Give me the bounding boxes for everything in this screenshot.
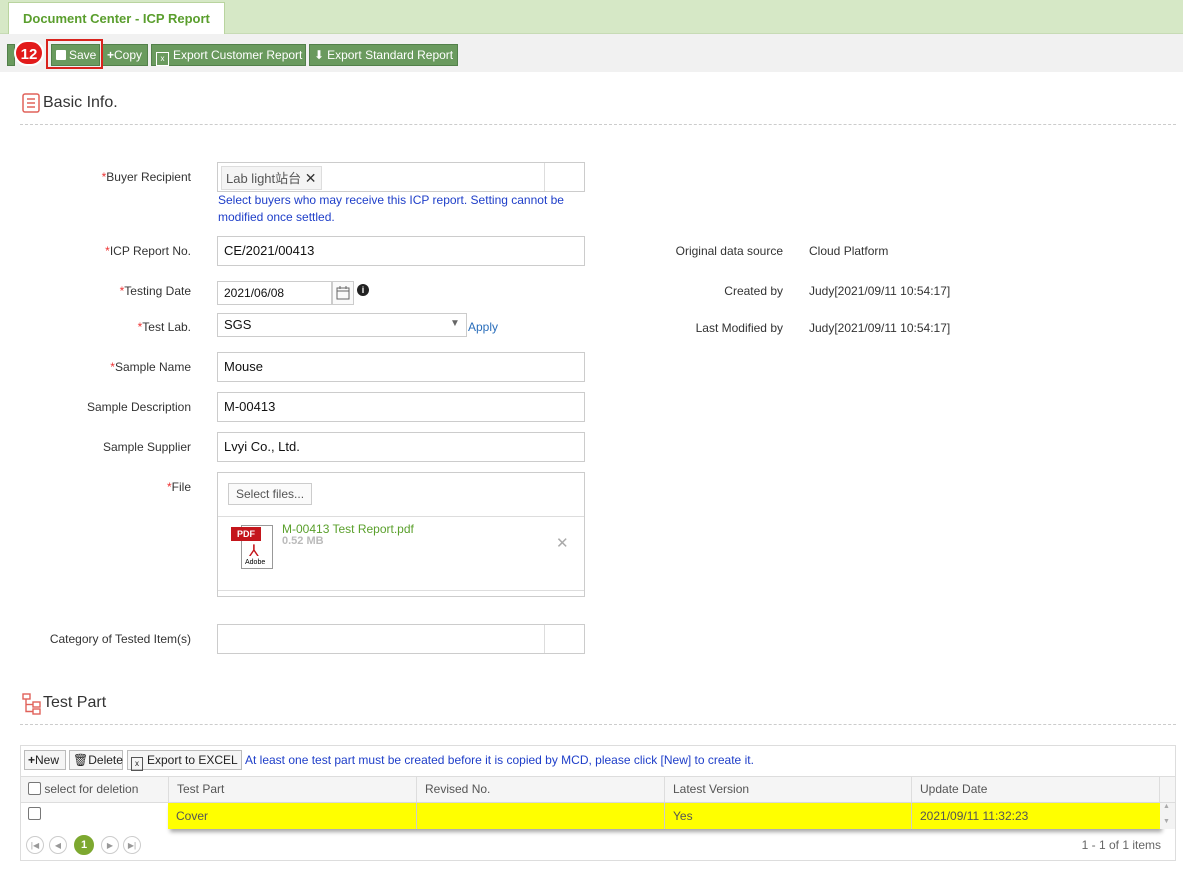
cell-revised-no (416, 803, 664, 829)
tab-icp-report[interactable]: Document Center - ICP Report (8, 2, 225, 34)
next-page-icon[interactable]: ▶ (101, 836, 119, 854)
highlight-box (46, 39, 103, 69)
page-number[interactable]: 1 (74, 835, 94, 855)
category-label: Category of Tested Item(s) (49, 632, 191, 646)
test-part-notice: At least one test part must be created b… (245, 753, 754, 767)
tree-icon (22, 693, 41, 715)
scroll-up-icon[interactable]: ▲ (1163, 803, 1170, 810)
cell-latest-version: Yes (664, 803, 911, 829)
sample-name-input[interactable]: Mouse (217, 352, 585, 382)
new-button[interactable]: +New (24, 750, 66, 770)
basic-info-title: Basic Info. (43, 94, 118, 111)
tab-bar: Document Center - ICP Report (0, 0, 1183, 34)
pdf-file-icon: PDF ⅄ Adobe (231, 525, 275, 571)
sample-description-input[interactable]: M-00413 (217, 392, 585, 422)
apply-link[interactable]: Apply (468, 320, 498, 334)
copy-button[interactable]: +Copy (102, 44, 148, 66)
plus-icon: + (107, 48, 115, 62)
last-modified-value: Judy[2021/09/11 10:54:17] (809, 321, 951, 335)
testing-date-input[interactable]: 2021/06/08 (217, 281, 332, 305)
prev-page-icon[interactable]: ◀ (49, 836, 67, 854)
vertical-scrollbar[interactable]: ▲ ▼ (1160, 803, 1175, 829)
remove-file-icon[interactable]: ✕ (556, 534, 569, 552)
download-icon: ⬇ (314, 48, 325, 62)
grid-toolbar: +New 🗑Delete x Export to EXCEL At least o… (21, 746, 1175, 777)
buyer-tag[interactable]: Lab light站台 ✕ (221, 166, 322, 190)
test-part-title: Test Part (43, 694, 107, 711)
original-source-label: Original data source (675, 244, 783, 258)
grid-header: select for deletion Test Part Revised No… (21, 777, 1175, 803)
first-page-icon[interactable]: |◀ (26, 836, 44, 854)
column-test-part[interactable]: Test Part (168, 777, 416, 802)
file-name-link[interactable]: M-00413 Test Report.pdf (282, 522, 414, 536)
list-icon (22, 93, 40, 113)
pager: |◀ ◀ 1 ▶ ▶| 1 - 1 of 1 items (21, 832, 1175, 860)
trash-icon: 🗑 (73, 753, 89, 767)
items-count: 1 - 1 of 1 items (1081, 838, 1161, 852)
excel-icon: x (131, 757, 143, 771)
test-lab-label: *Test Lab. (137, 320, 191, 334)
close-icon[interactable]: ✕ (305, 170, 317, 186)
table-row[interactable]: Cover Yes 2021/09/11 11:32:23 (21, 803, 1175, 829)
calendar-icon (336, 286, 350, 300)
row-checkbox[interactable] (28, 807, 41, 821)
created-by-label: Created by (724, 284, 783, 298)
calendar-button[interactable] (332, 281, 354, 305)
export-excel-button[interactable]: x Export to EXCEL (127, 750, 242, 771)
scrollbar-header (1159, 777, 1175, 802)
divider (544, 625, 545, 653)
buyer-hint: Select buyers who may receive this ICP r… (218, 193, 564, 224)
info-icon[interactable]: i (357, 284, 369, 296)
column-update-date[interactable]: Update Date (911, 777, 1159, 802)
category-field[interactable] (217, 624, 585, 654)
sample-supplier-label: Sample Supplier (102, 440, 191, 454)
select-files-button[interactable]: Select files... (228, 483, 313, 505)
toolbar: Save +Copy x Export Customer Report ⬇ Expo… (0, 34, 1183, 72)
export-standard-report-button[interactable]: ⬇ Export Standard Report (309, 44, 458, 66)
file-size: 0.52 MB (282, 535, 324, 547)
test-part-grid: +New 🗑Delete x Export to EXCEL At least o… (20, 745, 1176, 861)
excel-icon: x (156, 52, 169, 66)
last-page-icon[interactable]: ▶| (123, 836, 141, 854)
select-all-checkbox[interactable] (28, 782, 41, 795)
last-modified-label: Last Modified by (695, 321, 783, 335)
buyer-recipient-label: *Buyer Recipient (101, 170, 191, 184)
step-badge: 12 (14, 40, 44, 66)
sample-name-label: *Sample Name (110, 360, 191, 374)
testing-date-label: *Testing Date (119, 284, 191, 298)
sample-description-label: Sample Description (86, 400, 191, 414)
divider (218, 516, 584, 517)
chevron-down-icon[interactable]: ▼ (450, 318, 460, 329)
cell-test-part: Cover (176, 809, 209, 823)
divider (20, 724, 1176, 725)
divider (218, 590, 584, 591)
cell-update-date: 2021/09/11 11:32:23 (911, 803, 1159, 829)
original-source-value: Cloud Platform (809, 244, 889, 258)
test-lab-select[interactable]: SGS (217, 313, 467, 337)
plus-icon: + (28, 753, 36, 767)
divider (20, 124, 1176, 125)
delete-button[interactable]: 🗑Delete (69, 750, 123, 770)
created-by-value: Judy[2021/09/11 10:54:17] (809, 284, 951, 298)
file-label: *File (166, 480, 191, 494)
divider (544, 163, 545, 191)
file-upload-area: Select files... PDF ⅄ Adobe M-00413 Test… (217, 472, 585, 597)
icp-report-no-input[interactable]: CE/2021/00413 (217, 236, 585, 266)
icp-report-no-label: *ICP Report No. (105, 244, 191, 258)
export-customer-report-button[interactable]: x Export Customer Report (151, 44, 306, 66)
column-select[interactable]: select for deletion (21, 777, 168, 802)
column-revised-no[interactable]: Revised No. (416, 777, 664, 802)
scroll-down-icon[interactable]: ▼ (1163, 818, 1170, 825)
column-latest-version[interactable]: Latest Version (664, 777, 911, 802)
sample-supplier-input[interactable]: Lvyi Co., Ltd. (217, 432, 585, 462)
